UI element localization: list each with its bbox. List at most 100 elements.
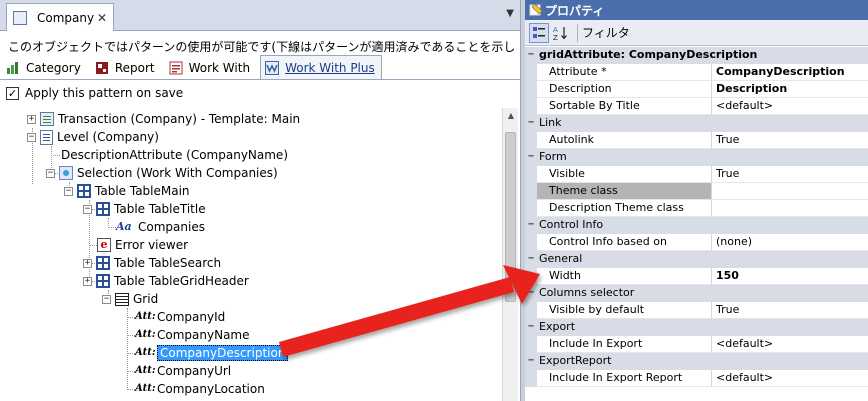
collapse-icon[interactable]: − (525, 285, 537, 302)
categorized-view-button[interactable] (529, 22, 549, 43)
attribute-icon: Att: (135, 365, 156, 376)
text-block-icon: Aa (116, 220, 132, 233)
collapse-icon[interactable]: − (102, 294, 111, 304)
collapse-icon[interactable]: − (83, 204, 92, 214)
property-name: Visible by default (537, 302, 712, 319)
tree-node-company-id[interactable]: Att: CompanyId (135, 308, 225, 326)
document-tab-label: Company (37, 10, 95, 25)
property-value[interactable]: True (712, 132, 868, 149)
document-tab-company[interactable]: Company ✕ (6, 3, 114, 31)
tree-scrollbar[interactable]: ▲ (502, 108, 518, 401)
transaction-icon (13, 10, 27, 25)
collapse-icon[interactable]: − (64, 186, 73, 196)
pattern-instance-tree[interactable]: + Transaction (Company) - Template: Main… (0, 108, 516, 401)
apply-pattern-checkbox[interactable]: ✓ (6, 86, 19, 100)
property-grid-header: − gridAttribute: CompanyDescription (525, 47, 868, 64)
category-icon (6, 61, 20, 75)
scroll-up-arrow-icon[interactable]: ▲ (503, 108, 519, 124)
tree-node-company-url[interactable]: Att: CompanyUrl (135, 362, 231, 380)
tab-report[interactable]: Report (91, 57, 161, 79)
property-row-autolink[interactable]: Autolink True (525, 132, 868, 149)
property-row-description-theme-class[interactable]: Description Theme class (525, 200, 868, 217)
property-value[interactable]: 150 (712, 268, 868, 285)
property-row-sortable-by-title[interactable]: Sortable By Title <default> (525, 98, 868, 115)
property-category-columns-selector[interactable]: − Columns selector (525, 285, 868, 302)
property-value[interactable]: <default> (712, 98, 868, 115)
property-row-attribute[interactable]: Attribute * CompanyDescription (525, 64, 868, 81)
tree-node-label: Table TableSearch (114, 256, 222, 270)
property-value[interactable]: CompanyDescription (712, 64, 868, 81)
collapse-icon[interactable]: − (525, 353, 537, 370)
property-row-include-in-export-report[interactable]: Include In Export Report <default> (525, 370, 868, 387)
tree-node-label: Transaction (Company) - Template: Main (58, 112, 301, 126)
row-gutter (525, 336, 537, 353)
table-icon (77, 184, 91, 198)
tab-category[interactable]: Category (2, 57, 87, 79)
tree-node-company-location[interactable]: Att: CompanyLocation (135, 380, 265, 398)
collapse-icon[interactable]: − (525, 217, 537, 234)
tab-work-with-plus[interactable]: Work With Plus (260, 55, 382, 79)
property-category-general[interactable]: − General (525, 251, 868, 268)
tree-node-label-selected: CompanyDescription (157, 345, 289, 361)
property-category-form[interactable]: − Form (525, 149, 868, 166)
tree-node-company-description[interactable]: Att: CompanyDescription (135, 344, 289, 362)
property-category-export[interactable]: − Export (525, 319, 868, 336)
collapse-icon[interactable]: − (525, 319, 537, 336)
expand-icon[interactable]: + (83, 276, 92, 286)
property-row-include-in-export[interactable]: Include In Export <default> (525, 336, 868, 353)
property-value[interactable]: <default> (712, 336, 868, 353)
tree-node-grid[interactable]: − Grid (102, 290, 158, 308)
property-row-theme-class[interactable]: Theme class (525, 183, 868, 200)
alphabetical-sort-button[interactable]: AZ (551, 23, 571, 43)
collapse-icon[interactable]: − (27, 132, 36, 142)
apply-pattern-label: Apply this pattern on save (25, 86, 184, 100)
tree-node-company-name[interactable]: Att: CompanyName (135, 326, 250, 344)
property-row-description[interactable]: Description Description (525, 81, 868, 98)
tree-node-level[interactable]: − Level (Company) (27, 128, 159, 146)
property-value[interactable]: Description (712, 81, 868, 98)
row-gutter (525, 370, 537, 387)
collapse-icon[interactable]: − (46, 168, 55, 178)
property-category-control-info[interactable]: − Control Info (525, 217, 868, 234)
property-value[interactable] (712, 200, 868, 217)
tree-node-table-grid-header[interactable]: + Table TableGridHeader (83, 272, 249, 290)
property-name: Sortable By Title (537, 98, 712, 115)
collapse-icon[interactable]: − (525, 251, 537, 268)
close-icon[interactable]: ✕ (97, 11, 107, 25)
property-category-export-report[interactable]: − ExportReport (525, 353, 868, 370)
svg-text:Z: Z (553, 34, 558, 41)
scrollbar-thumb[interactable] (505, 132, 516, 302)
property-row-width[interactable]: Width 150 (525, 268, 868, 285)
property-value[interactable]: True (712, 166, 868, 183)
tree-node-companies[interactable]: Aa Companies (116, 218, 205, 236)
property-value[interactable] (712, 183, 868, 200)
transaction-icon (40, 112, 54, 126)
property-category-link[interactable]: − Link (525, 115, 868, 132)
tree-node-label: Table TableMain (95, 184, 190, 198)
tree-node-table-main[interactable]: − Table TableMain (64, 182, 190, 200)
tree-node-error-viewer[interactable]: e Error viewer (97, 236, 188, 254)
tree-node-table-search[interactable]: + Table TableSearch (83, 254, 221, 272)
collapse-icon[interactable]: − (525, 47, 537, 64)
property-value[interactable]: <default> (712, 370, 868, 387)
property-row-visible-by-default[interactable]: Visible by default True (525, 302, 868, 319)
property-row-control-info-based-on[interactable]: Control Info based on (none) (525, 234, 868, 251)
tree-node-table-title[interactable]: − Table TableTitle (83, 200, 206, 218)
collapse-icon[interactable]: − (525, 115, 537, 132)
tree-node-description-attribute[interactable]: DescriptionAttribute (CompanyName) (61, 146, 288, 164)
collapse-icon[interactable]: − (525, 149, 537, 166)
level-icon (40, 129, 53, 145)
property-row-visible[interactable]: Visible True (525, 166, 868, 183)
property-value[interactable]: (none) (712, 234, 868, 251)
tree-node-selection[interactable]: − Selection (Work With Companies) (46, 164, 278, 182)
property-value[interactable]: True (712, 302, 868, 319)
tree-node-transaction[interactable]: + Transaction (Company) - Template: Main (27, 110, 300, 128)
filter-button[interactable]: フィルタ (582, 24, 630, 41)
tab-work-with[interactable]: Work With (165, 57, 256, 79)
expand-icon[interactable]: + (83, 258, 92, 268)
category-label: Export (539, 320, 576, 333)
expand-icon[interactable]: + (27, 114, 36, 124)
chevron-down-icon[interactable]: ▼ (506, 8, 514, 19)
tree-node-label: Level (Company) (57, 130, 159, 144)
row-gutter (525, 234, 537, 251)
